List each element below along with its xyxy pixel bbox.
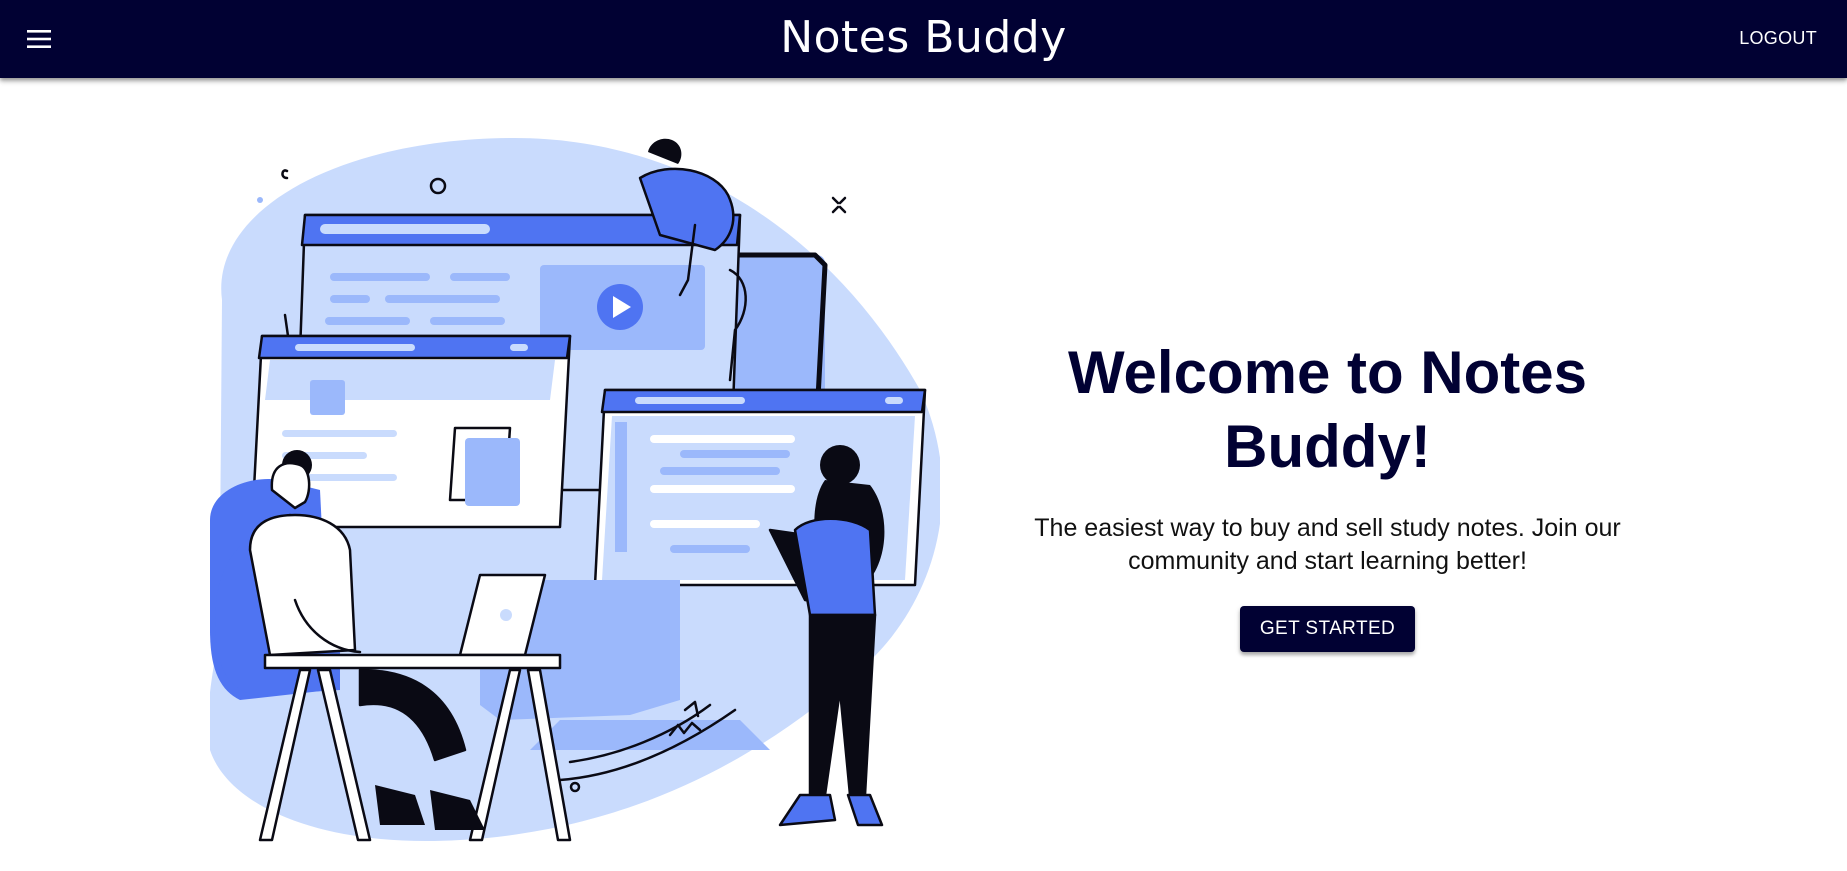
logout-button[interactable]: LOGOUT <box>1731 20 1825 56</box>
menu-button[interactable] <box>16 16 62 62</box>
hero-subtitle: The easiest way to buy and sell study no… <box>1034 514 1621 575</box>
hero-illustration <box>210 138 940 842</box>
app-title: Notes Buddy <box>780 12 1067 63</box>
hero-heading: Welcome to Notes Buddy! <box>1068 339 1587 480</box>
get-started-button[interactable]: GET STARTED <box>1239 606 1416 652</box>
hero-section: Welcome to Notes Buddy! The easiest way … <box>1000 336 1655 652</box>
hamburger-menu-icon <box>27 30 51 48</box>
app-bar: Notes Buddy LOGOUT <box>0 0 1847 78</box>
